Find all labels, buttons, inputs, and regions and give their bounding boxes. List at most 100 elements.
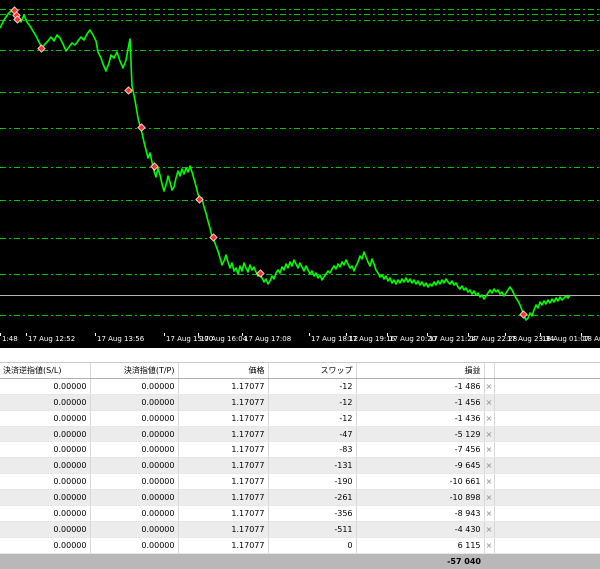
row-spacer bbox=[494, 426, 600, 443]
table-row[interactable]: 0.00000 0.00000 1.17077 0 6 115 × bbox=[0, 537, 600, 554]
close-position-icon[interactable]: × bbox=[484, 489, 495, 507]
table-row[interactable]: 0.00000 0.00000 1.17077 -356 -8 943 × bbox=[0, 505, 600, 522]
time-tick bbox=[427, 333, 428, 336]
swap-cell: -511 bbox=[268, 521, 357, 538]
profit-cell: -8 943 bbox=[356, 505, 485, 522]
sl-cell: 0.00000 bbox=[0, 410, 91, 427]
header-close bbox=[484, 363, 495, 379]
swap-cell: -356 bbox=[268, 505, 357, 522]
time-tick bbox=[95, 333, 96, 336]
swap-cell: -12 bbox=[268, 394, 357, 411]
close-position-icon[interactable]: × bbox=[484, 473, 495, 491]
time-tick bbox=[387, 333, 388, 336]
price-cell: 1.17077 bbox=[178, 378, 269, 395]
header-spacer bbox=[494, 363, 600, 379]
time-tick-label: 1:48 bbox=[2, 335, 18, 343]
total-profit: -57 040 bbox=[356, 553, 484, 569]
price-cell: 1.17077 bbox=[178, 457, 269, 475]
close-position-icon[interactable]: × bbox=[484, 410, 495, 427]
profit-cell: -9 645 bbox=[356, 457, 485, 475]
time-tick bbox=[468, 333, 469, 336]
table-row[interactable]: 0.00000 0.00000 1.17077 -83 -7 456 × bbox=[0, 441, 600, 459]
time-tick bbox=[346, 333, 347, 336]
tp-cell: 0.00000 bbox=[90, 441, 179, 459]
sl-cell: 0.00000 bbox=[0, 521, 91, 538]
tp-cell: 0.00000 bbox=[90, 378, 179, 395]
time-tick bbox=[540, 333, 541, 336]
tp-cell: 0.00000 bbox=[90, 537, 179, 554]
header-price[interactable]: 価格 bbox=[178, 363, 269, 379]
header-sl[interactable]: 決済逆指値(S/L) bbox=[0, 363, 91, 379]
sl-cell: 0.00000 bbox=[0, 378, 91, 395]
price-cell: 1.17077 bbox=[178, 394, 269, 411]
price-chart[interactable] bbox=[0, 0, 600, 333]
time-tick bbox=[0, 333, 1, 336]
total-trailing bbox=[484, 553, 600, 569]
close-position-icon[interactable]: × bbox=[484, 521, 495, 538]
tp-cell: 0.00000 bbox=[90, 521, 179, 538]
table-row[interactable]: 0.00000 0.00000 1.17077 -47 -5 129 × bbox=[0, 426, 600, 443]
close-position-icon[interactable]: × bbox=[484, 457, 495, 475]
close-position-icon[interactable]: × bbox=[484, 426, 495, 443]
profit-cell: -1 486 bbox=[356, 378, 485, 395]
price-cell: 1.17077 bbox=[178, 473, 269, 491]
tp-cell: 0.00000 bbox=[90, 473, 179, 491]
terminal-toolbar-strip bbox=[0, 348, 600, 363]
price-cell: 1.17077 bbox=[178, 521, 269, 538]
swap-cell: -261 bbox=[268, 489, 357, 507]
table-header-row: 決済逆指値(S/L) 決済指値(T/P) 価格 スワップ 損益 bbox=[0, 363, 600, 379]
swap-cell: -12 bbox=[268, 410, 357, 427]
tp-cell: 0.00000 bbox=[90, 394, 179, 411]
total-row: -57 040 bbox=[0, 553, 600, 569]
close-position-icon[interactable]: × bbox=[484, 537, 495, 554]
swap-cell: -190 bbox=[268, 473, 357, 491]
row-spacer bbox=[494, 394, 600, 411]
profit-cell: -1 456 bbox=[356, 394, 485, 411]
close-position-icon[interactable]: × bbox=[484, 441, 495, 459]
profit-cell: -10 661 bbox=[356, 473, 485, 491]
swap-cell: -83 bbox=[268, 441, 357, 459]
row-spacer bbox=[494, 457, 600, 475]
close-position-icon[interactable]: × bbox=[484, 505, 495, 522]
time-tick bbox=[242, 333, 243, 336]
swap-cell: -12 bbox=[268, 378, 357, 395]
tp-cell: 0.00000 bbox=[90, 426, 179, 443]
swap-cell: 0 bbox=[268, 537, 357, 554]
price-cell: 1.17077 bbox=[178, 537, 269, 554]
time-tick-label: 18 Aug 02:17 bbox=[583, 335, 600, 343]
table-row[interactable]: 0.00000 0.00000 1.17077 -12 -1 486 × bbox=[0, 378, 600, 395]
profit-cell: -4 430 bbox=[356, 521, 485, 538]
row-spacer bbox=[494, 521, 600, 538]
header-swap[interactable]: スワップ bbox=[268, 363, 357, 379]
close-position-icon[interactable]: × bbox=[484, 394, 495, 411]
profit-cell: -5 129 bbox=[356, 426, 485, 443]
table-row[interactable]: 0.00000 0.00000 1.17077 -131 -9 645 × bbox=[0, 457, 600, 475]
profit-cell: -10 898 bbox=[356, 489, 485, 507]
price-cell: 1.17077 bbox=[178, 505, 269, 522]
sl-cell: 0.00000 bbox=[0, 441, 91, 459]
row-spacer bbox=[494, 505, 600, 522]
swap-cell: -47 bbox=[268, 426, 357, 443]
positions-table: 決済逆指値(S/L) 決済指値(T/P) 価格 スワップ 損益 0.00000 0… bbox=[0, 363, 600, 569]
table-row[interactable]: 0.00000 0.00000 1.17077 -12 -1 436 × bbox=[0, 410, 600, 427]
time-tick bbox=[505, 333, 506, 336]
row-spacer bbox=[494, 489, 600, 507]
table-row[interactable]: 0.00000 0.00000 1.17077 -190 -10 661 × bbox=[0, 473, 600, 491]
time-tick bbox=[164, 333, 165, 336]
price-cell: 1.17077 bbox=[178, 441, 269, 459]
header-tp[interactable]: 決済指値(T/P) bbox=[90, 363, 179, 379]
time-tick-label: 17 Aug 12:52 bbox=[28, 335, 76, 343]
total-spacer bbox=[0, 553, 356, 569]
price-cell: 1.17077 bbox=[178, 410, 269, 427]
table-row[interactable]: 0.00000 0.00000 1.17077 -261 -10 898 × bbox=[0, 489, 600, 507]
close-position-icon[interactable]: × bbox=[484, 378, 495, 395]
sl-cell: 0.00000 bbox=[0, 394, 91, 411]
time-tick bbox=[198, 333, 199, 336]
row-spacer bbox=[494, 441, 600, 459]
header-profit[interactable]: 損益 bbox=[356, 363, 485, 379]
table-row[interactable]: 0.00000 0.00000 1.17077 -511 -4 430 × bbox=[0, 521, 600, 538]
sl-cell: 0.00000 bbox=[0, 426, 91, 443]
price-cell: 1.17077 bbox=[178, 489, 269, 507]
table-row[interactable]: 0.00000 0.00000 1.17077 -12 -1 456 × bbox=[0, 394, 600, 411]
tp-cell: 0.00000 bbox=[90, 505, 179, 522]
